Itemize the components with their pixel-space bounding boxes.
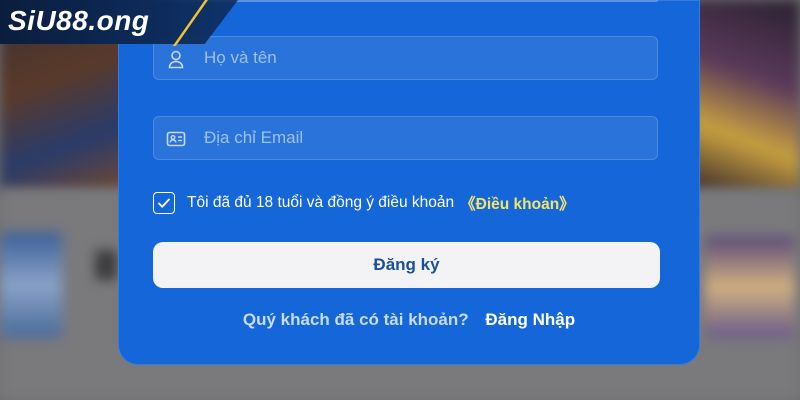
- check-icon: [158, 198, 170, 208]
- email-input[interactable]: [204, 117, 644, 159]
- background-game-card-left: [0, 232, 62, 338]
- register-modal: Tôi đã đủ 18 tuổi và đồng ý điều khoản 《…: [118, 0, 700, 365]
- background-game-card-small: [95, 250, 117, 280]
- background-image-right: [690, 0, 800, 190]
- logo-text: SiU88.ong: [8, 5, 150, 36]
- id-card-icon: [166, 131, 186, 147]
- name-input[interactable]: [204, 37, 644, 79]
- login-prompt: Quý khách đã có tài khoản?: [242, 310, 469, 329]
- login-prompt-row: Quý khách đã có tài khoản? Đăng Nhập: [118, 310, 700, 330]
- login-link[interactable]: Đăng Nhập: [485, 310, 575, 329]
- user-icon: [168, 50, 184, 69]
- email-field[interactable]: [153, 116, 658, 160]
- agreement-row: Tôi đã đủ 18 tuổi và đồng ý điều khoản 《…: [153, 190, 575, 216]
- terms-link[interactable]: 《Điều khoản》: [460, 192, 575, 214]
- agreement-checkbox[interactable]: [153, 192, 175, 214]
- agreement-text: Tôi đã đủ 18 tuổi và đồng ý điều khoản: [187, 194, 455, 211]
- register-button[interactable]: Đăng ký: [153, 242, 660, 288]
- background-game-card-right: [705, 236, 795, 338]
- logo[interactable]: SiU88.ong: [0, 0, 238, 46]
